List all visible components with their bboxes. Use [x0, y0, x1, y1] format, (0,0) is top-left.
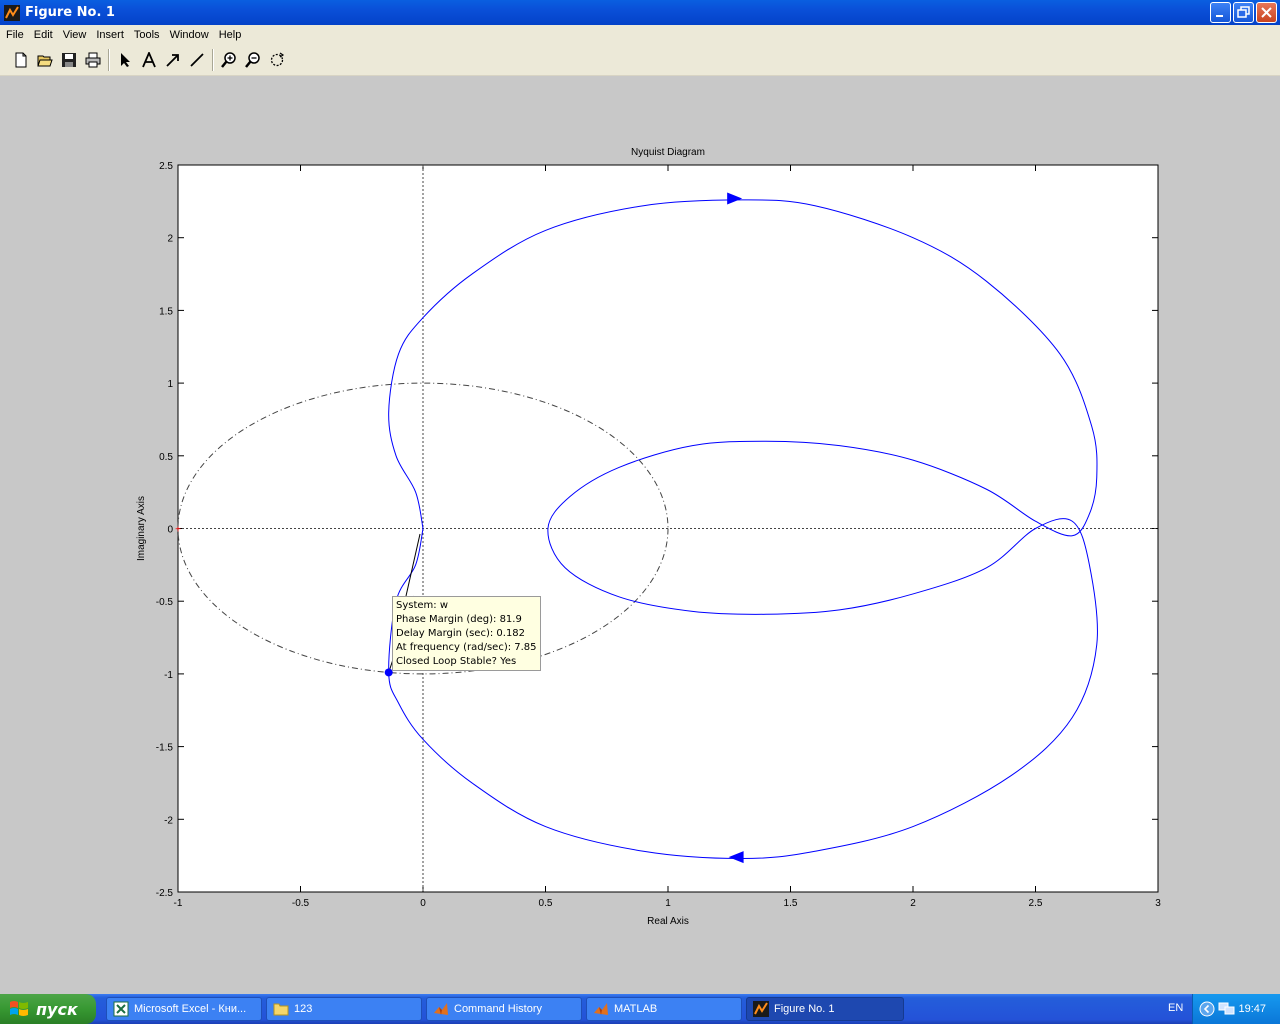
window-titlebar[interactable]: Figure No. 1 — [0, 0, 1280, 25]
datatip-delay-margin: Delay Margin (sec): 0.182 — [396, 628, 526, 639]
zoom-in-icon — [221, 52, 236, 68]
print-icon — [85, 52, 101, 68]
task-command-history[interactable]: Command History — [426, 997, 582, 1021]
close-icon — [1261, 7, 1272, 18]
datatip-system: System: w — [396, 600, 449, 611]
x-tick-label: 0 — [420, 898, 426, 909]
zoom-in-button[interactable] — [217, 48, 241, 72]
insert-line-icon — [190, 53, 204, 67]
y-tick-label: -2.5 — [156, 888, 174, 899]
task-folder[interactable]: 123 — [266, 997, 422, 1021]
window-title: Figure No. 1 — [25, 5, 115, 20]
language-indicator[interactable]: EN — [1168, 1002, 1183, 1014]
open-file-button[interactable] — [33, 48, 57, 72]
menu-view[interactable]: View — [58, 29, 92, 41]
x-tick-label: 1.5 — [784, 898, 798, 909]
tray-expand-icon[interactable] — [1199, 1001, 1215, 1017]
x-tick-label: 3 — [1155, 898, 1161, 909]
insert-arrow-button[interactable] — [161, 48, 185, 72]
y-tick-label: 1.5 — [159, 306, 173, 317]
critical-point-marker: + — [175, 525, 181, 536]
chart-title: Nyquist Diagram — [631, 147, 705, 158]
rotate-3d-button[interactable] — [265, 48, 289, 72]
select-arrow-icon — [121, 53, 130, 67]
insert-arrow-icon — [166, 54, 179, 67]
y-tick-label: -1 — [164, 670, 173, 681]
figure-toolbar — [0, 45, 1280, 76]
new-file-icon — [15, 52, 27, 68]
matlab-icon — [594, 1003, 608, 1015]
menu-edit[interactable]: Edit — [29, 29, 58, 41]
y-tick-label: 0 — [167, 525, 173, 536]
menu-bar: File Edit View Insert Tools Window Help — [0, 25, 1280, 45]
open-folder-icon — [37, 55, 53, 67]
print-button[interactable] — [81, 48, 105, 72]
y-tick-label: 2.5 — [159, 161, 173, 172]
x-tick-label: -0.5 — [292, 898, 310, 909]
task-label: Figure No. 1 — [774, 1003, 835, 1015]
x-tick-label: 1 — [665, 898, 671, 909]
restore-button[interactable] — [1233, 2, 1254, 23]
y-tick-label: 0.5 — [159, 452, 173, 463]
nyquist-plot[interactable]: -1 -0.5 0 0.5 1 1.5 2 2.5 3 2.5 2 1.5 1 0.5 0 -0.5 -1 -1.… — [0, 76, 1280, 994]
taskbar: пуск Microsoft Excel - Кни... 123 Comman… — [0, 994, 1280, 1024]
toolbar-separator — [108, 49, 110, 71]
menu-help[interactable]: Help — [214, 29, 247, 41]
menu-tools[interactable]: Tools — [129, 29, 165, 41]
task-label: Microsoft Excel - Кни... — [134, 1003, 247, 1015]
insert-text-button[interactable] — [137, 48, 161, 72]
y-tick-label: 2 — [167, 234, 173, 245]
x-tick-label: 0.5 — [539, 898, 553, 909]
menu-window[interactable]: Window — [165, 29, 214, 41]
windows-flag-icon — [10, 1001, 28, 1016]
close-button[interactable] — [1256, 2, 1277, 23]
insert-text-icon — [142, 52, 156, 68]
start-button[interactable]: пуск — [0, 994, 96, 1024]
new-figure-button[interactable] — [9, 48, 33, 72]
folder-icon — [273, 1003, 289, 1016]
zoom-out-button[interactable] — [241, 48, 265, 72]
datatip-phase-margin: Phase Margin (deg): 81.9 — [396, 614, 522, 625]
matlab-icon — [434, 1003, 448, 1015]
matlab-figure-icon — [4, 4, 20, 21]
task-excel[interactable]: Microsoft Excel - Кни... — [106, 997, 262, 1021]
restore-icon — [1237, 6, 1250, 18]
task-label: MATLAB — [614, 1003, 658, 1015]
minimize-icon — [1216, 15, 1223, 17]
task-matlab[interactable]: MATLAB — [586, 997, 742, 1021]
y-tick-label: -2 — [164, 815, 173, 826]
y-tick-label: -1.5 — [156, 743, 174, 754]
clock: 19:47 — [1238, 1003, 1266, 1015]
edit-plot-button[interactable] — [113, 48, 137, 72]
datatip-frequency: At frequency (rad/sec): 7.85 — [396, 642, 537, 653]
insert-line-button[interactable] — [185, 48, 209, 72]
network-icon[interactable] — [1218, 1001, 1236, 1017]
excel-icon — [113, 1001, 129, 1017]
x-tick-label: 2.5 — [1029, 898, 1043, 909]
y-axis-label: Imaginary Axis — [136, 496, 147, 561]
data-tip[interactable]: System: w Phase Margin (deg): 81.9 Delay… — [392, 596, 541, 671]
datatip-stability: Closed Loop Stable? Yes — [396, 656, 517, 667]
toolbar-separator — [212, 49, 214, 71]
x-axis-label: Real Axis — [647, 916, 689, 927]
menu-insert[interactable]: Insert — [91, 29, 129, 41]
start-label: пуск — [36, 999, 78, 1019]
minimize-button[interactable] — [1210, 2, 1231, 23]
task-figure[interactable]: Figure No. 1 — [746, 997, 904, 1021]
save-icon — [62, 53, 76, 67]
zoom-out-icon — [245, 52, 260, 68]
y-tick-label: -0.5 — [156, 597, 174, 608]
rotate-icon — [270, 52, 285, 67]
task-label: Command History — [454, 1003, 543, 1015]
figure-icon — [753, 1001, 769, 1017]
system-tray: 19:47 — [1192, 994, 1280, 1024]
save-button[interactable] — [57, 48, 81, 72]
x-tick-label: 2 — [910, 898, 916, 909]
menu-file[interactable]: File — [1, 29, 29, 41]
task-label: 123 — [294, 1003, 313, 1015]
y-tick-label: 1 — [167, 379, 173, 390]
x-tick-label: -1 — [174, 898, 183, 909]
figure-canvas[interactable]: -1 -0.5 0 0.5 1 1.5 2 2.5 3 2.5 2 1.5 1 0.5 0 -0.5 -1 -1.… — [0, 76, 1280, 994]
